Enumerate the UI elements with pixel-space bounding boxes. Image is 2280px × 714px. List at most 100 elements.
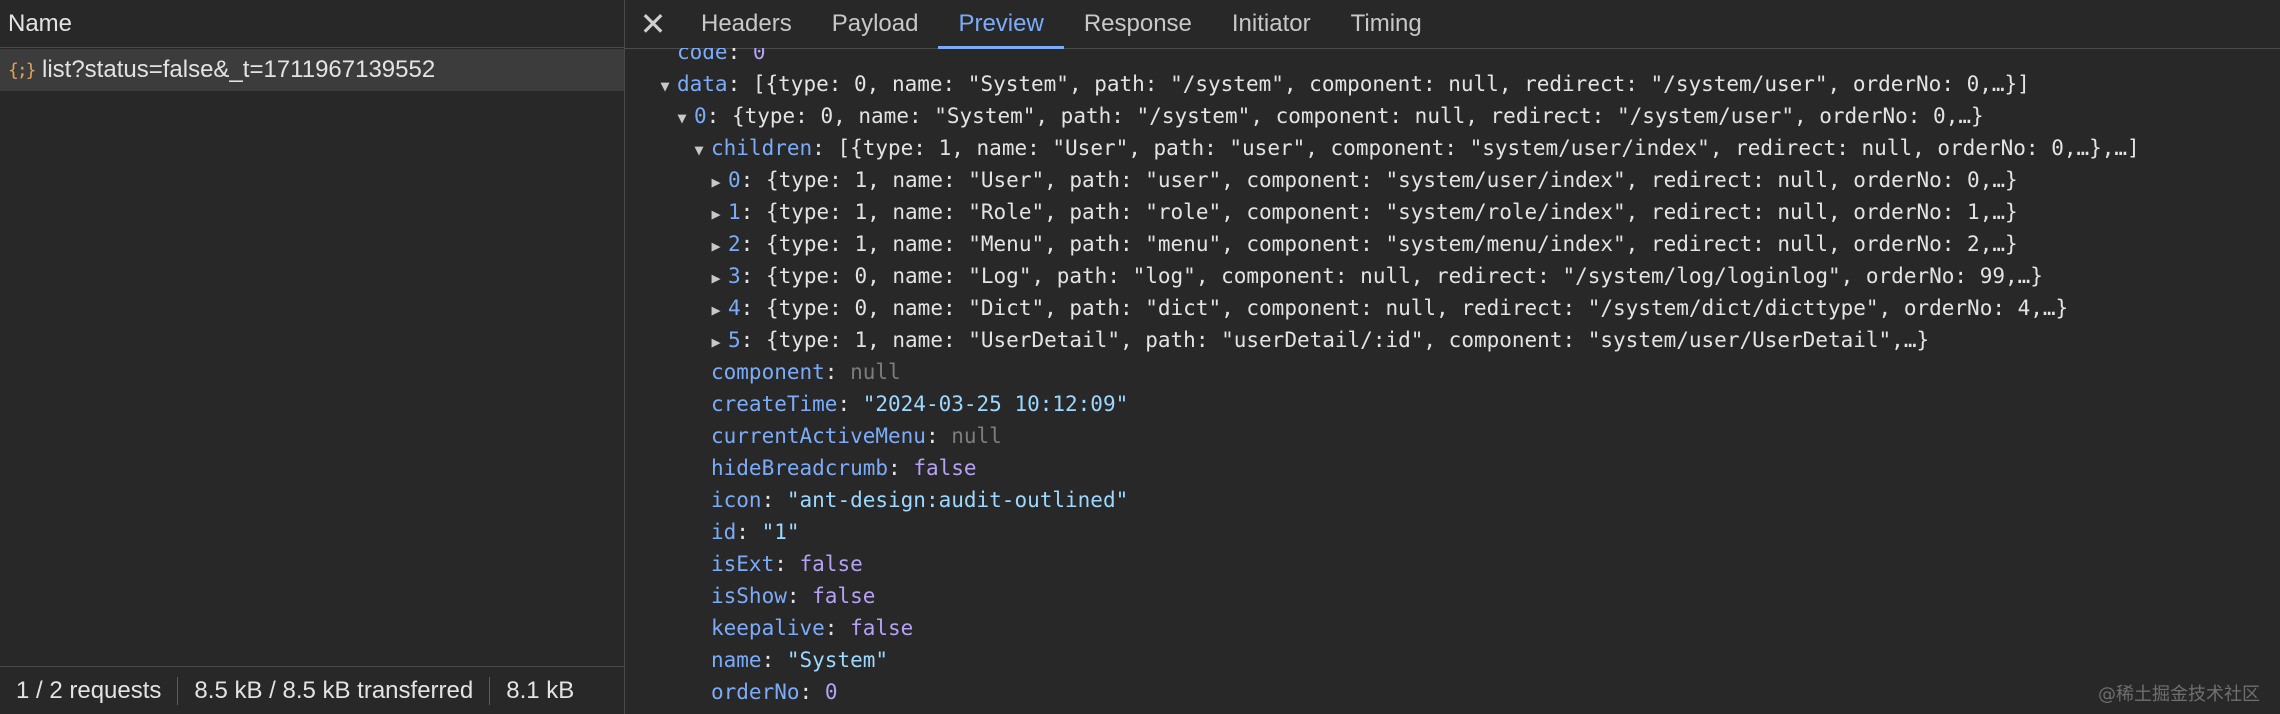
json-colon: : (888, 455, 914, 480)
network-status-bar: 1 / 2 requests 8.5 kB / 8.5 kB transferr… (0, 666, 624, 714)
json-tree-row[interactable]: ▶ 5: {type: 1, name: "UserDetail", path: … (704, 324, 1929, 356)
json-file-icon: {;} (8, 59, 37, 81)
expand-triangle-down-icon[interactable]: ▼ (653, 70, 677, 102)
resource-size: 8.1 kB (506, 676, 575, 704)
json-key: 1 (728, 199, 741, 224)
json-value: false (812, 583, 876, 608)
json-tree-row[interactable]: ▶ 1: {type: 1, name: "Role", path: "role"… (704, 196, 2018, 230)
json-colon: : (727, 48, 753, 64)
json-key: 2 (728, 231, 741, 256)
json-tree-row: keepalive: false (687, 612, 913, 644)
json-key: createTime (711, 391, 838, 416)
json-tree-row[interactable]: ▶ 4: {type: 0, name: "Dict", path: "dict"… (704, 292, 2068, 324)
expand-triangle-right-icon[interactable]: ▶ (704, 294, 728, 326)
json-value: "System" (786, 647, 889, 672)
request-count: 1 / 2 requests (16, 676, 162, 704)
close-icon[interactable]: ✕ (625, 0, 681, 48)
transferred-size: 8.5 kB / 8.5 kB transferred (194, 676, 474, 704)
expand-triangle-right-icon[interactable]: ▶ (704, 166, 728, 198)
tab-timing[interactable]: Timing (1331, 0, 1442, 48)
json-tree-row: hideBreadcrumb: false (687, 452, 977, 484)
json-colon: : (925, 423, 952, 448)
json-key: data (677, 71, 728, 96)
expand-triangle-down-icon[interactable]: ▼ (670, 102, 694, 134)
json-tree-row[interactable]: ▶ 2: {type: 1, name: "Menu", path: "menu"… (704, 228, 2018, 262)
json-value: {type: 0, name: "Log", path: "log", comp… (765, 263, 2043, 288)
json-value: false (913, 455, 977, 480)
json-tree-row: icon: "ant-design:audit-outlined" (687, 484, 1128, 516)
json-key: hideBreadcrumb (711, 455, 889, 480)
json-key: code (677, 48, 728, 64)
network-request-list: Name {;} list?status=false&_t=1711967139… (0, 0, 625, 714)
tab-preview[interactable]: Preview (938, 0, 1065, 49)
json-tree-row: currentActiveMenu: null (687, 420, 1002, 452)
expand-triangle-right-icon[interactable]: ▶ (704, 262, 728, 294)
tab-initiator[interactable]: Initiator (1212, 0, 1331, 48)
json-value: false (799, 551, 863, 576)
json-value: "2024-03-25 10:12:09" (862, 391, 1129, 416)
tab-response[interactable]: Response (1064, 0, 1212, 48)
json-key: orderNo (711, 679, 800, 704)
json-colon: : (761, 647, 787, 672)
json-value: null (850, 359, 901, 384)
json-tree-row[interactable]: ▼ 0: {type: 0, name: "System", path: "/sy… (670, 100, 1984, 134)
json-colon: : (727, 71, 753, 96)
json-colon: : (837, 391, 863, 416)
json-key: component (711, 359, 825, 384)
json-value: {type: 0, name: "System", path: "/system… (731, 103, 1984, 128)
request-detail-panel: ✕ Headers Payload Preview Response Initi… (625, 0, 2280, 714)
json-key: name (711, 647, 762, 672)
json-value: {type: 1, name: "Menu", path: "menu", co… (765, 231, 2018, 256)
json-tree-row: name: "System" (687, 644, 888, 676)
json-value: [{type: 1, name: "User", path: "user", c… (837, 135, 2140, 160)
json-colon: : (740, 263, 766, 288)
json-tree-row[interactable]: ▼ data: [{type: 0, name: "System", path: … (653, 68, 2030, 102)
json-key: currentActiveMenu (711, 423, 926, 448)
json-colon: : (736, 519, 762, 544)
watermark: @稀土掘金技术社区 (2098, 684, 2260, 705)
json-value: 0 (752, 48, 766, 64)
json-colon: : (740, 327, 766, 352)
json-value: "ant-design:audit-outlined" (786, 487, 1129, 512)
tab-payload[interactable]: Payload (812, 0, 939, 48)
detail-tabs: ✕ Headers Payload Preview Response Initi… (625, 0, 2280, 49)
json-tree-row: isExt: false (687, 548, 863, 580)
request-name: list?status=false&_t=1711967139552 (42, 56, 436, 83)
json-colon: : (740, 231, 766, 256)
expand-triangle-right-icon[interactable]: ▶ (704, 230, 728, 262)
json-colon: : (740, 167, 766, 192)
json-colon: : (761, 487, 787, 512)
json-key: id (711, 519, 737, 544)
json-colon: : (740, 199, 766, 224)
request-row-selected[interactable]: {;} list?status=false&_t=1711967139552 (0, 49, 624, 91)
json-value: {type: 1, name: "Role", path: "role", co… (765, 199, 2018, 224)
json-tree-row[interactable]: ▶ 0: {type: 1, name: "User", path: "user"… (704, 164, 2018, 198)
json-colon: : (740, 295, 766, 320)
json-value: 0 (824, 679, 838, 704)
tab-headers[interactable]: Headers (681, 0, 812, 48)
json-key: 5 (728, 327, 741, 352)
json-key: 4 (728, 295, 741, 320)
expand-triangle-right-icon[interactable]: ▶ (704, 326, 728, 358)
json-tree-row[interactable]: ▶ 3: {type: 0, name: "Log", path: "log", … (704, 260, 2043, 294)
json-value: {type: 0, name: "Dict", path: "dict", co… (765, 295, 2069, 320)
json-colon: : (824, 359, 851, 384)
json-colon: : (786, 583, 813, 608)
name-column-label: Name (8, 9, 73, 37)
json-tree-row: component: null (687, 356, 901, 388)
json-key: 3 (728, 263, 741, 288)
json-tree-row: isShow: false (687, 580, 875, 612)
json-key: keepalive (711, 615, 825, 640)
name-column-header[interactable]: Name (0, 0, 624, 48)
expand-triangle-down-icon[interactable]: ▼ (687, 134, 711, 166)
json-key: icon (711, 487, 762, 512)
json-colon: : (824, 615, 851, 640)
json-tree-row[interactable]: ▼ children: [{type: 1, name: "User", path… (687, 132, 2140, 166)
json-value: {type: 1, name: "User", path: "user", co… (765, 167, 2018, 192)
json-value: [{type: 0, name: "System", path: "/syste… (752, 71, 2030, 96)
json-tree-row: id: "1" (687, 516, 800, 548)
json-colon: : (774, 551, 800, 576)
expand-triangle-right-icon[interactable]: ▶ (704, 198, 728, 230)
json-value: "1" (761, 519, 800, 544)
json-colon: : (799, 679, 825, 704)
